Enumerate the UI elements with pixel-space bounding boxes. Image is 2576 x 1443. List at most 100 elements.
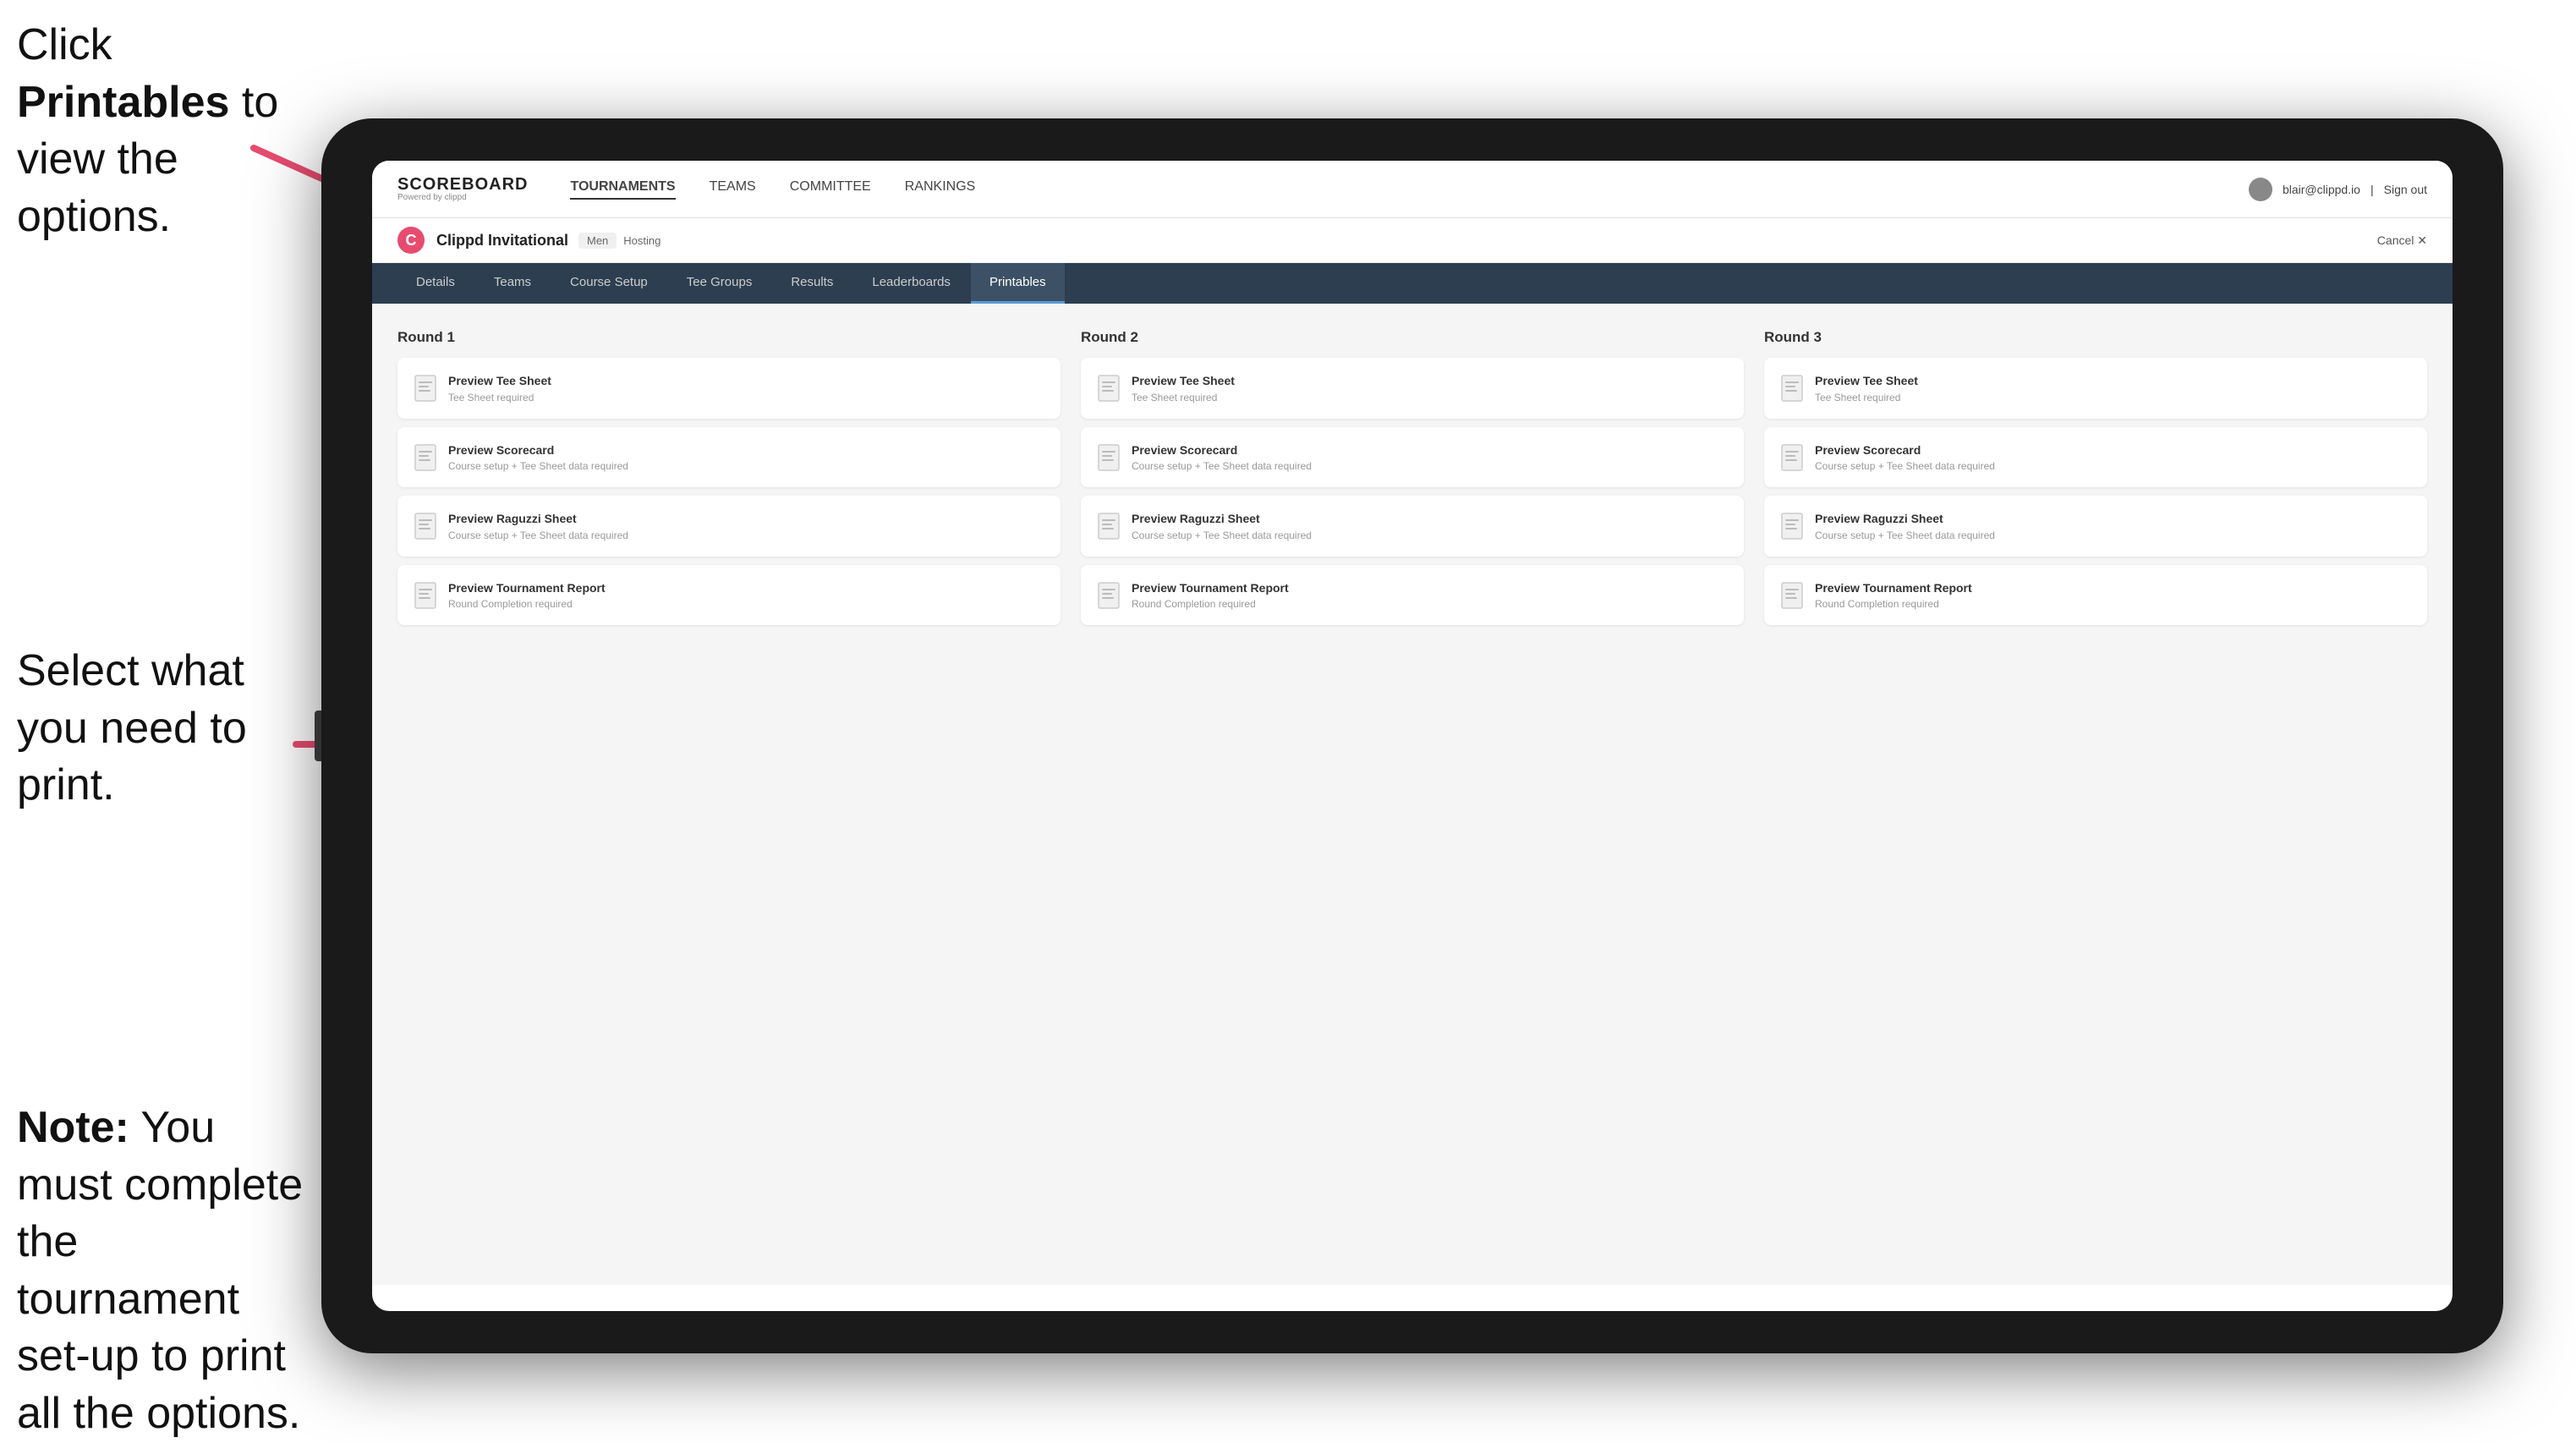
- content-area: Round 1 Preview Tee Sheet Tee Sheet requ…: [372, 304, 2453, 1285]
- sub-header: C Clippd Invitational Men Hosting Cancel…: [372, 218, 2453, 263]
- rounds-grid: Round 1 Preview Tee Sheet Tee Sheet requ…: [397, 329, 2427, 634]
- annotation-middle: Select what you need to print.: [17, 643, 288, 815]
- doc-icon-r2-1: [1098, 375, 1120, 402]
- round-3-scorecard-sub: Course setup + Tee Sheet data required: [1815, 460, 1995, 472]
- tab-details[interactable]: Details: [397, 263, 474, 304]
- tab-bar: Details Teams Course Setup Tee Groups Re…: [372, 263, 2453, 304]
- round-1-scorecard-title: Preview Scorecard: [448, 442, 628, 459]
- avatar: [2249, 178, 2272, 201]
- round-3-scorecard-title: Preview Scorecard: [1815, 442, 1995, 459]
- round-1-tournament-report[interactable]: Preview Tournament Report Round Completi…: [397, 565, 1061, 626]
- round-2-tee-sheet-sub: Tee Sheet required: [1132, 392, 1235, 403]
- round-1-column: Round 1 Preview Tee Sheet Tee Sheet requ…: [397, 329, 1061, 634]
- nav-link-rankings[interactable]: RANKINGS: [905, 179, 976, 200]
- round-2-report-info: Preview Tournament Report Round Completi…: [1132, 580, 1289, 611]
- tab-leaderboards[interactable]: Leaderboards: [853, 263, 969, 304]
- tab-tee-groups[interactable]: Tee Groups: [668, 263, 771, 304]
- round-2-tee-sheet-info: Preview Tee Sheet Tee Sheet required: [1132, 373, 1235, 403]
- nav-link-tournaments[interactable]: TOURNAMENTS: [570, 179, 675, 200]
- tournament-logo-letter: C: [406, 232, 417, 250]
- tab-course-setup[interactable]: Course Setup: [551, 263, 666, 304]
- doc-icon-r2-4: [1098, 582, 1120, 609]
- round-3-report-info: Preview Tournament Report Round Completi…: [1815, 580, 1972, 611]
- round-2-column: Round 2 Preview Tee Sheet Tee Sheet requ…: [1081, 329, 1744, 634]
- doc-icon-3: [414, 513, 436, 540]
- round-2-scorecard-info: Preview Scorecard Course setup + Tee She…: [1132, 442, 1312, 473]
- round-2-scorecard-title: Preview Scorecard: [1132, 442, 1312, 459]
- tournament-badge: Men: [578, 233, 617, 249]
- round-1-raguzzi-title: Preview Raguzzi Sheet: [448, 511, 628, 528]
- doc-icon-r3-3: [1781, 513, 1803, 540]
- round-2-report-sub: Round Completion required: [1132, 598, 1289, 610]
- user-email: blair@clippd.io: [2283, 183, 2360, 196]
- cancel-button[interactable]: Cancel ✕: [2377, 233, 2427, 248]
- tab-results[interactable]: Results: [772, 263, 852, 304]
- top-nav-right: blair@clippd.io | Sign out: [2249, 178, 2427, 201]
- round-2-report-title: Preview Tournament Report: [1132, 580, 1289, 597]
- tournament-status: Hosting: [623, 234, 660, 247]
- round-3-tee-sheet-info: Preview Tee Sheet Tee Sheet required: [1815, 373, 1918, 403]
- doc-icon: [414, 375, 436, 402]
- round-1-tee-sheet-info: Preview Tee Sheet Tee Sheet required: [448, 373, 551, 403]
- doc-icon-2: [414, 444, 436, 471]
- doc-icon-r2-3: [1098, 513, 1120, 540]
- round-1-tee-sheet-sub: Tee Sheet required: [448, 392, 551, 403]
- round-3-tee-sheet-sub: Tee Sheet required: [1815, 392, 1918, 403]
- round-1-tee-sheet-title: Preview Tee Sheet: [448, 373, 551, 390]
- tablet: SCOREBOARD Powered by clippd TOURNAMENTS…: [321, 118, 2503, 1353]
- top-nav: SCOREBOARD Powered by clippd TOURNAMENTS…: [372, 161, 2453, 218]
- annotation-note-bold: Note:: [17, 1103, 129, 1152]
- tablet-side-button: [315, 711, 321, 761]
- sign-out-link[interactable]: Sign out: [2384, 183, 2427, 196]
- doc-icon-r3-2: [1781, 444, 1803, 471]
- round-2-raguzzi-title: Preview Raguzzi Sheet: [1132, 511, 1312, 528]
- round-3-column: Round 3 Preview Tee Sheet Tee Sheet requ…: [1764, 329, 2427, 634]
- round-2-raguzzi[interactable]: Preview Raguzzi Sheet Course setup + Tee…: [1081, 496, 1744, 557]
- doc-icon-r3-1: [1781, 375, 1803, 402]
- round-3-title: Round 3: [1764, 329, 2427, 346]
- round-1-scorecard-info: Preview Scorecard Course setup + Tee She…: [448, 442, 628, 473]
- round-2-title: Round 2: [1081, 329, 1744, 346]
- tab-teams[interactable]: Teams: [475, 263, 550, 304]
- round-1-raguzzi-info: Preview Raguzzi Sheet Course setup + Tee…: [448, 511, 628, 541]
- round-2-scorecard[interactable]: Preview Scorecard Course setup + Tee She…: [1081, 427, 1744, 488]
- tab-printables[interactable]: Printables: [971, 263, 1065, 304]
- round-2-raguzzi-info: Preview Raguzzi Sheet Course setup + Tee…: [1132, 511, 1312, 541]
- round-2-scorecard-sub: Course setup + Tee Sheet data required: [1132, 460, 1312, 472]
- nav-link-teams[interactable]: TEAMS: [710, 179, 756, 200]
- round-3-raguzzi-sub: Course setup + Tee Sheet data required: [1815, 529, 1995, 541]
- logo-sub: Powered by clippd: [397, 193, 528, 202]
- doc-icon-r3-4: [1781, 582, 1803, 609]
- round-3-raguzzi-info: Preview Raguzzi Sheet Course setup + Tee…: [1815, 511, 1995, 541]
- doc-icon-r2-2: [1098, 444, 1120, 471]
- round-1-tee-sheet[interactable]: Preview Tee Sheet Tee Sheet required: [397, 358, 1061, 419]
- round-1-title: Round 1: [397, 329, 1061, 346]
- round-1-report-title: Preview Tournament Report: [448, 580, 606, 597]
- round-3-tee-sheet[interactable]: Preview Tee Sheet Tee Sheet required: [1764, 358, 2427, 419]
- round-1-scorecard[interactable]: Preview Scorecard Course setup + Tee She…: [397, 427, 1061, 488]
- round-3-raguzzi[interactable]: Preview Raguzzi Sheet Course setup + Tee…: [1764, 496, 2427, 557]
- annotation-bottom: Note: You must complete the tournament s…: [17, 1100, 304, 1443]
- tournament-name: Clippd Invitational: [436, 232, 568, 250]
- round-3-tee-sheet-title: Preview Tee Sheet: [1815, 373, 1918, 390]
- round-1-raguzzi[interactable]: Preview Raguzzi Sheet Course setup + Tee…: [397, 496, 1061, 557]
- round-3-scorecard[interactable]: Preview Scorecard Course setup + Tee She…: [1764, 427, 2427, 488]
- logo-area: SCOREBOARD Powered by clippd: [397, 176, 528, 202]
- round-3-raguzzi-title: Preview Raguzzi Sheet: [1815, 511, 1995, 528]
- logo-title: SCOREBOARD: [397, 176, 528, 193]
- round-2-tee-sheet-title: Preview Tee Sheet: [1132, 373, 1235, 390]
- round-3-report-title: Preview Tournament Report: [1815, 580, 1972, 597]
- round-3-report-sub: Round Completion required: [1815, 598, 1972, 610]
- round-3-scorecard-info: Preview Scorecard Course setup + Tee She…: [1815, 442, 1995, 473]
- round-1-scorecard-sub: Course setup + Tee Sheet data required: [448, 460, 628, 472]
- nav-link-committee[interactable]: COMMITTEE: [790, 179, 871, 200]
- separator: |: [2370, 183, 2374, 196]
- round-2-tournament-report[interactable]: Preview Tournament Report Round Completi…: [1081, 565, 1744, 626]
- round-2-tee-sheet[interactable]: Preview Tee Sheet Tee Sheet required: [1081, 358, 1744, 419]
- annotation-printables-bold: Printables: [17, 78, 229, 127]
- round-1-report-info: Preview Tournament Report Round Completi…: [448, 580, 606, 611]
- tournament-logo: C: [397, 227, 425, 254]
- round-2-raguzzi-sub: Course setup + Tee Sheet data required: [1132, 529, 1312, 541]
- round-3-tournament-report[interactable]: Preview Tournament Report Round Completi…: [1764, 565, 2427, 626]
- round-1-raguzzi-sub: Course setup + Tee Sheet data required: [448, 529, 628, 541]
